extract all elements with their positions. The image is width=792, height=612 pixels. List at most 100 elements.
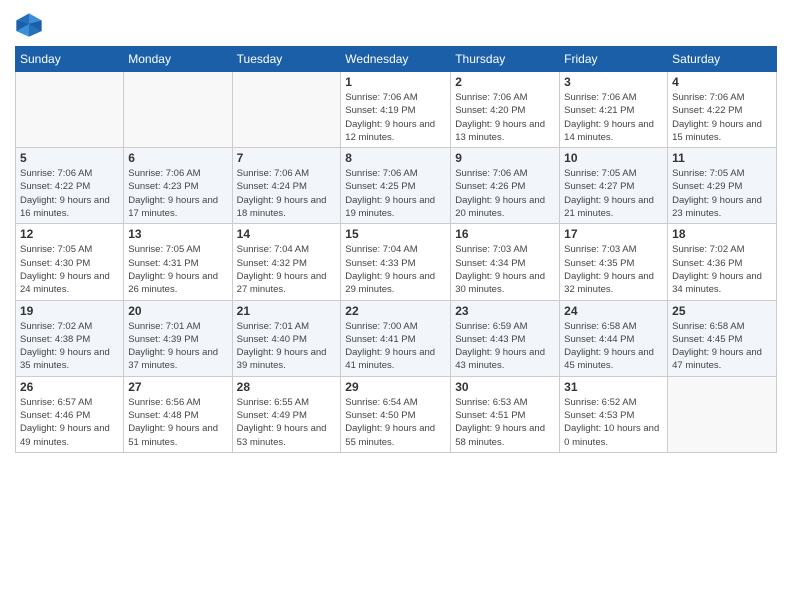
calendar-day-cell: 27 Sunrise: 6:56 AM Sunset: 4:48 PM Dayl… (124, 376, 232, 452)
calendar-day-cell (668, 376, 777, 452)
calendar-day-cell: 22 Sunrise: 7:00 AM Sunset: 4:41 PM Dayl… (341, 300, 451, 376)
weekday-header-thursday: Thursday (451, 47, 560, 72)
calendar-day-cell: 9 Sunrise: 7:06 AM Sunset: 4:26 PM Dayli… (451, 148, 560, 224)
day-number: 11 (672, 151, 772, 165)
day-number: 17 (564, 227, 663, 241)
day-info: Sunrise: 6:52 AM Sunset: 4:53 PM Dayligh… (564, 396, 663, 449)
calendar-day-cell: 5 Sunrise: 7:06 AM Sunset: 4:22 PM Dayli… (16, 148, 124, 224)
logo (15, 10, 47, 38)
calendar-day-cell (16, 72, 124, 148)
calendar-week-row: 26 Sunrise: 6:57 AM Sunset: 4:46 PM Dayl… (16, 376, 777, 452)
weekday-header-tuesday: Tuesday (232, 47, 341, 72)
calendar-day-cell: 25 Sunrise: 6:58 AM Sunset: 4:45 PM Dayl… (668, 300, 777, 376)
day-number: 9 (455, 151, 555, 165)
weekday-header-sunday: Sunday (16, 47, 124, 72)
calendar-day-cell: 17 Sunrise: 7:03 AM Sunset: 4:35 PM Dayl… (560, 224, 668, 300)
day-number: 24 (564, 304, 663, 318)
day-info: Sunrise: 7:04 AM Sunset: 4:33 PM Dayligh… (345, 243, 446, 296)
calendar-week-row: 1 Sunrise: 7:06 AM Sunset: 4:19 PM Dayli… (16, 72, 777, 148)
day-number: 25 (672, 304, 772, 318)
day-number: 1 (345, 75, 446, 89)
calendar-day-cell: 16 Sunrise: 7:03 AM Sunset: 4:34 PM Dayl… (451, 224, 560, 300)
day-info: Sunrise: 7:05 AM Sunset: 4:29 PM Dayligh… (672, 167, 772, 220)
day-info: Sunrise: 7:05 AM Sunset: 4:27 PM Dayligh… (564, 167, 663, 220)
calendar-day-cell: 24 Sunrise: 6:58 AM Sunset: 4:44 PM Dayl… (560, 300, 668, 376)
day-info: Sunrise: 6:58 AM Sunset: 4:44 PM Dayligh… (564, 320, 663, 373)
day-number: 23 (455, 304, 555, 318)
day-info: Sunrise: 7:05 AM Sunset: 4:30 PM Dayligh… (20, 243, 119, 296)
day-number: 5 (20, 151, 119, 165)
calendar-day-cell: 26 Sunrise: 6:57 AM Sunset: 4:46 PM Dayl… (16, 376, 124, 452)
calendar-day-cell: 10 Sunrise: 7:05 AM Sunset: 4:27 PM Dayl… (560, 148, 668, 224)
calendar-day-cell (232, 72, 341, 148)
day-info: Sunrise: 6:55 AM Sunset: 4:49 PM Dayligh… (237, 396, 337, 449)
calendar-week-row: 5 Sunrise: 7:06 AM Sunset: 4:22 PM Dayli… (16, 148, 777, 224)
calendar-day-cell: 7 Sunrise: 7:06 AM Sunset: 4:24 PM Dayli… (232, 148, 341, 224)
main-container: SundayMondayTuesdayWednesdayThursdayFrid… (0, 0, 792, 458)
calendar-day-cell: 30 Sunrise: 6:53 AM Sunset: 4:51 PM Dayl… (451, 376, 560, 452)
day-number: 2 (455, 75, 555, 89)
calendar-day-cell: 3 Sunrise: 7:06 AM Sunset: 4:21 PM Dayli… (560, 72, 668, 148)
calendar-day-cell: 11 Sunrise: 7:05 AM Sunset: 4:29 PM Dayl… (668, 148, 777, 224)
day-number: 8 (345, 151, 446, 165)
calendar-day-cell: 31 Sunrise: 6:52 AM Sunset: 4:53 PM Dayl… (560, 376, 668, 452)
day-info: Sunrise: 6:57 AM Sunset: 4:46 PM Dayligh… (20, 396, 119, 449)
calendar-week-row: 12 Sunrise: 7:05 AM Sunset: 4:30 PM Dayl… (16, 224, 777, 300)
day-number: 21 (237, 304, 337, 318)
day-number: 7 (237, 151, 337, 165)
day-info: Sunrise: 7:02 AM Sunset: 4:38 PM Dayligh… (20, 320, 119, 373)
day-number: 31 (564, 380, 663, 394)
day-number: 13 (128, 227, 227, 241)
day-number: 3 (564, 75, 663, 89)
day-number: 22 (345, 304, 446, 318)
day-info: Sunrise: 7:04 AM Sunset: 4:32 PM Dayligh… (237, 243, 337, 296)
day-number: 10 (564, 151, 663, 165)
calendar-day-cell (124, 72, 232, 148)
day-number: 4 (672, 75, 772, 89)
day-info: Sunrise: 7:03 AM Sunset: 4:34 PM Dayligh… (455, 243, 555, 296)
day-info: Sunrise: 7:06 AM Sunset: 4:25 PM Dayligh… (345, 167, 446, 220)
day-info: Sunrise: 6:53 AM Sunset: 4:51 PM Dayligh… (455, 396, 555, 449)
day-number: 16 (455, 227, 555, 241)
day-info: Sunrise: 7:06 AM Sunset: 4:20 PM Dayligh… (455, 91, 555, 144)
day-number: 27 (128, 380, 227, 394)
calendar-day-cell: 21 Sunrise: 7:01 AM Sunset: 4:40 PM Dayl… (232, 300, 341, 376)
day-info: Sunrise: 7:05 AM Sunset: 4:31 PM Dayligh… (128, 243, 227, 296)
day-number: 6 (128, 151, 227, 165)
day-number: 30 (455, 380, 555, 394)
logo-icon (15, 10, 43, 38)
day-info: Sunrise: 7:06 AM Sunset: 4:21 PM Dayligh… (564, 91, 663, 144)
day-number: 18 (672, 227, 772, 241)
day-info: Sunrise: 7:06 AM Sunset: 4:26 PM Dayligh… (455, 167, 555, 220)
calendar-day-cell: 19 Sunrise: 7:02 AM Sunset: 4:38 PM Dayl… (16, 300, 124, 376)
day-info: Sunrise: 7:01 AM Sunset: 4:39 PM Dayligh… (128, 320, 227, 373)
calendar-week-row: 19 Sunrise: 7:02 AM Sunset: 4:38 PM Dayl… (16, 300, 777, 376)
weekday-header-monday: Monday (124, 47, 232, 72)
day-info: Sunrise: 7:01 AM Sunset: 4:40 PM Dayligh… (237, 320, 337, 373)
day-number: 12 (20, 227, 119, 241)
calendar-day-cell: 6 Sunrise: 7:06 AM Sunset: 4:23 PM Dayli… (124, 148, 232, 224)
day-info: Sunrise: 6:58 AM Sunset: 4:45 PM Dayligh… (672, 320, 772, 373)
calendar-day-cell: 1 Sunrise: 7:06 AM Sunset: 4:19 PM Dayli… (341, 72, 451, 148)
day-number: 28 (237, 380, 337, 394)
day-info: Sunrise: 7:06 AM Sunset: 4:22 PM Dayligh… (672, 91, 772, 144)
calendar-day-cell: 2 Sunrise: 7:06 AM Sunset: 4:20 PM Dayli… (451, 72, 560, 148)
day-info: Sunrise: 7:06 AM Sunset: 4:19 PM Dayligh… (345, 91, 446, 144)
calendar-table: SundayMondayTuesdayWednesdayThursdayFrid… (15, 46, 777, 453)
day-info: Sunrise: 6:54 AM Sunset: 4:50 PM Dayligh… (345, 396, 446, 449)
weekday-header-friday: Friday (560, 47, 668, 72)
calendar-day-cell: 4 Sunrise: 7:06 AM Sunset: 4:22 PM Dayli… (668, 72, 777, 148)
day-info: Sunrise: 7:03 AM Sunset: 4:35 PM Dayligh… (564, 243, 663, 296)
day-number: 26 (20, 380, 119, 394)
weekday-header-saturday: Saturday (668, 47, 777, 72)
day-number: 20 (128, 304, 227, 318)
header (15, 10, 777, 38)
calendar-day-cell: 29 Sunrise: 6:54 AM Sunset: 4:50 PM Dayl… (341, 376, 451, 452)
day-info: Sunrise: 7:06 AM Sunset: 4:22 PM Dayligh… (20, 167, 119, 220)
calendar-day-cell: 28 Sunrise: 6:55 AM Sunset: 4:49 PM Dayl… (232, 376, 341, 452)
weekday-header-row: SundayMondayTuesdayWednesdayThursdayFrid… (16, 47, 777, 72)
weekday-header-wednesday: Wednesday (341, 47, 451, 72)
calendar-day-cell: 20 Sunrise: 7:01 AM Sunset: 4:39 PM Dayl… (124, 300, 232, 376)
day-number: 29 (345, 380, 446, 394)
day-number: 15 (345, 227, 446, 241)
